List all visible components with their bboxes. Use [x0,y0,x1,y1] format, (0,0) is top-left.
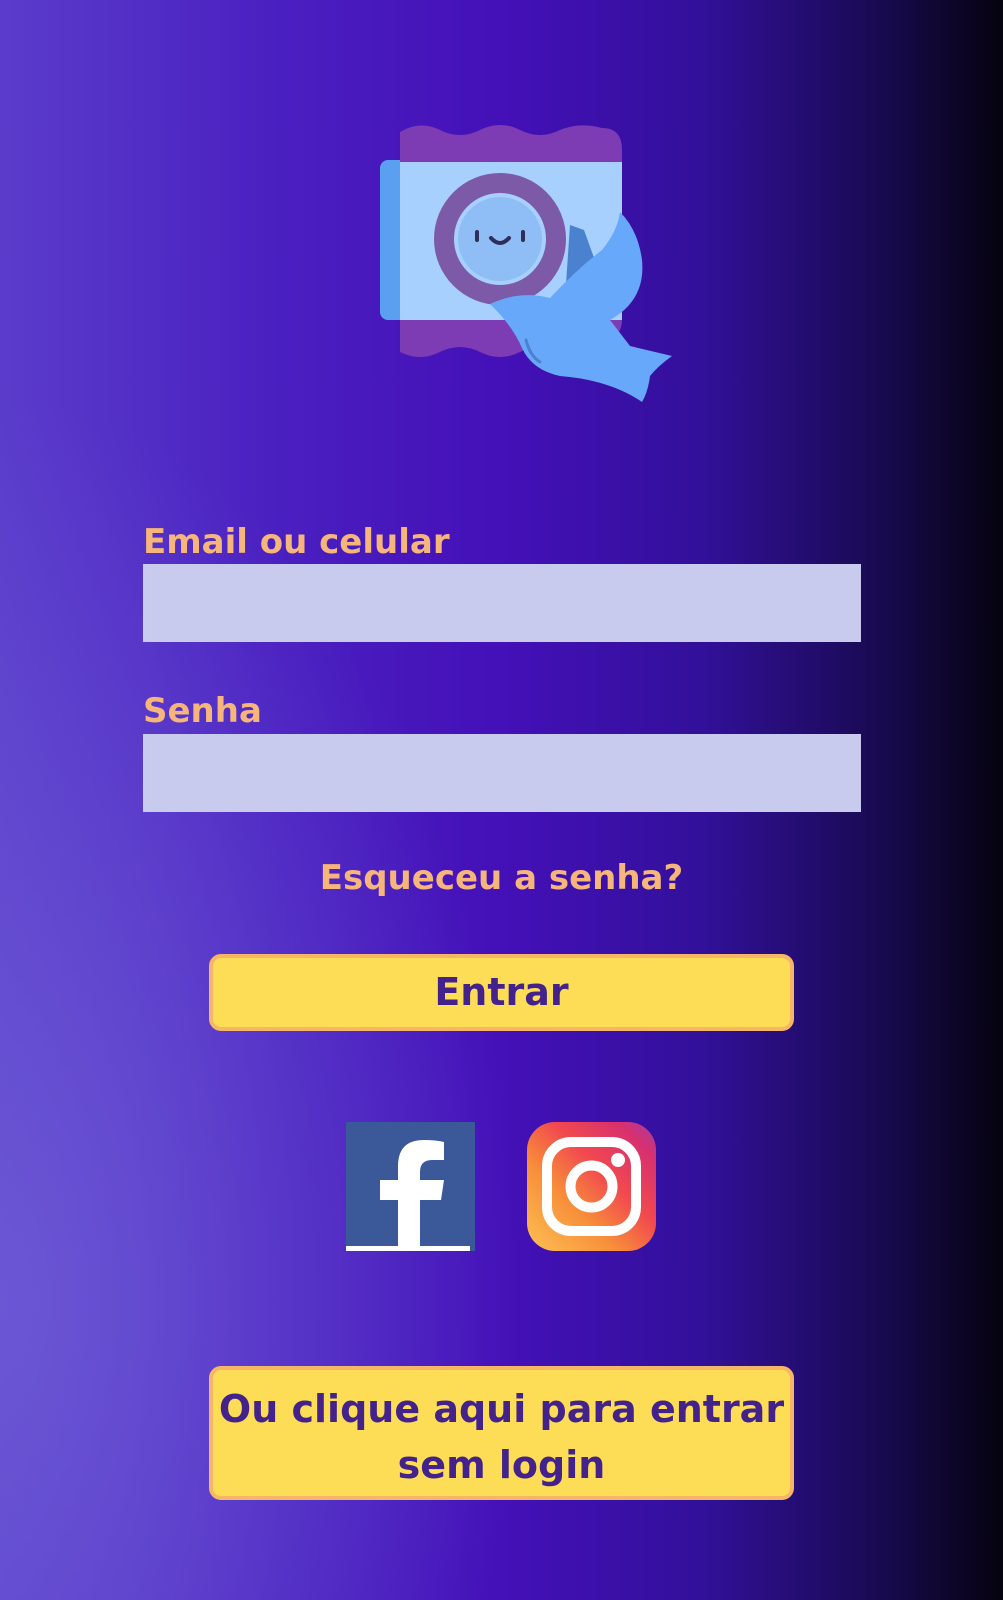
instagram-icon [527,1122,656,1251]
password-field[interactable] [143,734,861,812]
app-logo [380,120,680,410]
guest-entry-button[interactable]: Ou clique aqui para entrar sem login [209,1366,794,1500]
guest-entry-line1: Ou clique aqui para entrar [218,1386,785,1431]
email-label: Email ou celular [143,522,450,562]
guest-entry-line2: sem login [397,1442,606,1487]
facebook-icon [346,1122,475,1251]
enter-button[interactable]: Entrar [209,954,794,1031]
forgot-password-link[interactable]: Esqueceu a senha? [0,856,1003,900]
instagram-login-button[interactable] [527,1122,656,1251]
email-field[interactable] [143,564,861,642]
password-label: Senha [143,691,262,731]
facebook-login-button[interactable] [346,1122,475,1251]
